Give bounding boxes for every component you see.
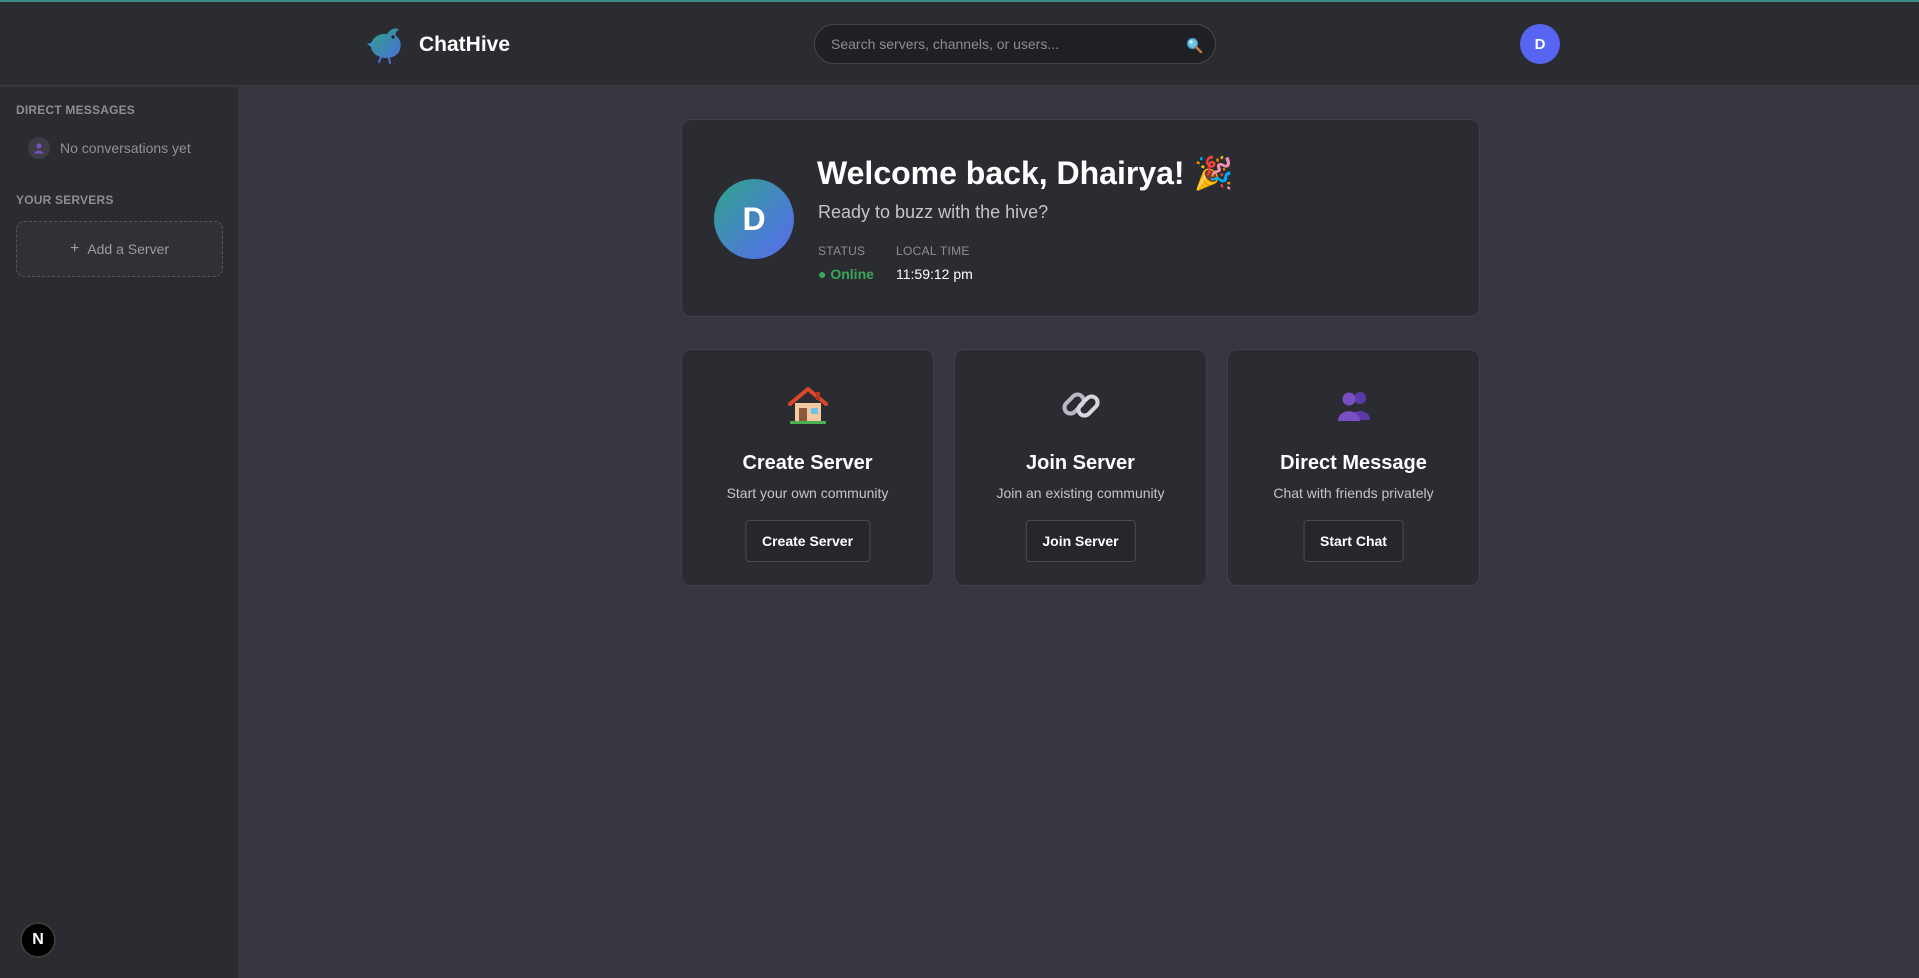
- dev-tools-badge[interactable]: N: [20, 922, 56, 958]
- top-header: ChatHive D: [0, 2, 1919, 86]
- search-icon[interactable]: [1185, 36, 1203, 54]
- welcome-card: D Welcome back, Dhairya! 🎉 Ready to buzz…: [681, 119, 1480, 317]
- sidebar: DIRECT MESSAGES No conversations yet YOU…: [0, 87, 239, 978]
- create-server-button[interactable]: Create Server: [744, 520, 871, 562]
- local-time-label: LOCAL TIME: [896, 244, 970, 258]
- brand[interactable]: ChatHive: [365, 24, 510, 66]
- start-chat-button[interactable]: Start Chat: [1303, 520, 1404, 562]
- your-servers-heading: YOUR SERVERS: [16, 193, 114, 207]
- bird-logo-icon: [367, 28, 401, 64]
- search-input[interactable]: [815, 25, 1215, 63]
- add-server-label: Add a Server: [87, 241, 170, 257]
- direct-message-card: Direct Message Chat with friends private…: [1227, 349, 1480, 586]
- house-icon: [682, 384, 933, 426]
- user-placeholder-icon: [28, 137, 50, 159]
- welcome-subtitle: Ready to buzz with the hive?: [818, 202, 1049, 222]
- create-server-title: Create Server: [742, 452, 873, 474]
- join-server-desc: Join an existing community: [996, 485, 1165, 501]
- direct-messages-heading: DIRECT MESSAGES: [16, 103, 136, 117]
- local-time-value: 11:59:12 pm: [896, 266, 973, 282]
- status-label: STATUS: [818, 244, 866, 258]
- link-icon: [955, 384, 1206, 426]
- join-server-button[interactable]: Join Server: [1025, 520, 1136, 562]
- user-avatar[interactable]: D: [1520, 24, 1560, 64]
- welcome-avatar: D: [714, 179, 794, 259]
- join-server-title: Join Server: [1026, 452, 1135, 474]
- users-icon: [1228, 384, 1479, 426]
- plus-icon: +: [69, 240, 80, 257]
- status-value: ● Online: [818, 266, 874, 282]
- join-server-card: Join Server Join an existing community J…: [954, 349, 1207, 586]
- direct-message-desc: Chat with friends privately: [1273, 485, 1434, 501]
- direct-message-title: Direct Message: [1280, 452, 1427, 474]
- create-server-card: Create Server Start your own community C…: [681, 349, 934, 586]
- create-server-desc: Start your own community: [726, 485, 889, 501]
- search-bar[interactable]: [814, 24, 1216, 64]
- brand-name: ChatHive: [419, 33, 511, 56]
- welcome-title: Welcome back, Dhairya! 🎉: [817, 155, 1234, 191]
- no-conversations-text: No conversations yet: [60, 140, 191, 156]
- add-server-button[interactable]: + Add a Server: [16, 221, 223, 277]
- dm-empty-state: No conversations yet: [28, 137, 191, 159]
